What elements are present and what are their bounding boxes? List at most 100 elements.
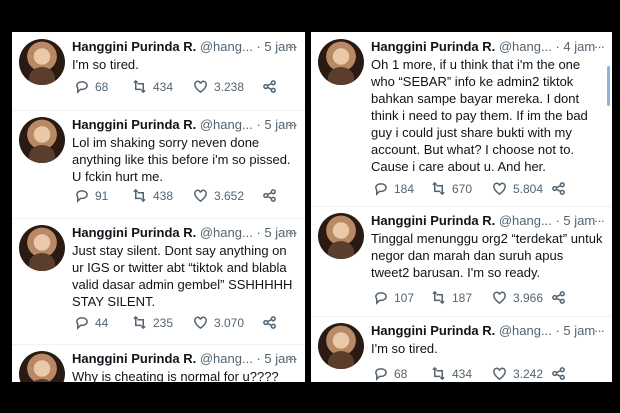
tweet-time[interactable]: · 5 jam xyxy=(555,213,595,228)
author-name[interactable]: Hanggini Purinda R. xyxy=(72,225,196,240)
avatar[interactable] xyxy=(318,39,364,85)
tweet-card[interactable]: Hanggini Purinda R. @hang... · 4 jam ···… xyxy=(311,32,612,207)
tweet-text: Just stay silent. Dont say anything on u… xyxy=(72,243,293,309)
like-count: 3.070 xyxy=(214,315,245,330)
retweet-icon xyxy=(432,290,445,305)
retweet-icon xyxy=(432,181,445,196)
tweet-header: Hanggini Purinda R. @hang... · 5 jam ··· xyxy=(72,224,298,241)
author-name[interactable]: Hanggini Purinda R. xyxy=(72,351,196,366)
tweet-actions: 68 434 3.242 xyxy=(371,366,604,382)
reply-button[interactable]: 68 xyxy=(373,366,407,381)
tweet-time[interactable]: · 5 jam xyxy=(555,323,595,338)
retweet-button[interactable]: 438 xyxy=(132,188,173,203)
retweet-button[interactable]: 670 xyxy=(431,181,472,196)
retweet-icon xyxy=(432,366,445,381)
share-button[interactable] xyxy=(262,79,277,94)
reply-icon xyxy=(76,317,88,330)
more-icon[interactable]: ··· xyxy=(594,212,605,229)
tweet-header: Hanggini Purinda R. @hang... · 5 jam ··· xyxy=(72,116,298,133)
tweet-header: Hanggini Purinda R. @hang... · 5 jam ··· xyxy=(371,322,605,339)
reply-button[interactable]: 184 xyxy=(373,181,414,196)
share-button[interactable] xyxy=(262,188,277,203)
author-handle[interactable]: @hang... xyxy=(200,117,253,132)
reply-button[interactable]: 44 xyxy=(74,315,108,330)
author-handle[interactable]: @hang... xyxy=(200,351,253,366)
retweet-count: 235 xyxy=(153,315,174,330)
like-button[interactable]: 3.238 xyxy=(193,79,244,94)
avatar[interactable] xyxy=(318,323,364,369)
like-button[interactable]: 3.966 xyxy=(492,290,543,305)
like-button[interactable]: 3.242 xyxy=(492,366,543,381)
share-icon xyxy=(552,291,565,304)
retweet-button[interactable]: 187 xyxy=(431,290,472,305)
share-button[interactable] xyxy=(551,366,566,381)
share-icon xyxy=(263,189,276,202)
retweet-count: 187 xyxy=(452,290,473,305)
tweet-card[interactable]: Hanggini Purinda R. @hang... · 5 jam ···… xyxy=(12,32,305,111)
more-icon[interactable]: ··· xyxy=(287,116,298,133)
reply-icon xyxy=(76,81,88,94)
left-timeline-column: Hanggini Purinda R. @hang... · 5 jam ···… xyxy=(12,32,305,382)
like-button[interactable]: 5.804 xyxy=(492,181,543,196)
author-name[interactable]: Hanggini Purinda R. xyxy=(72,39,196,54)
tweet-text: Lol im shaking sorry neven done anything… xyxy=(72,135,291,184)
more-icon[interactable]: ··· xyxy=(594,38,605,55)
tweet-actions: 184 670 5.804 xyxy=(371,181,604,199)
more-icon[interactable]: ··· xyxy=(287,350,298,367)
like-count: 3.242 xyxy=(513,366,544,381)
heart-icon xyxy=(194,316,207,330)
author-name[interactable]: Hanggini Purinda R. xyxy=(371,323,495,338)
reply-count: 44 xyxy=(95,315,109,330)
author-handle[interactable]: @hang... xyxy=(200,39,253,54)
author-name[interactable]: Hanggini Purinda R. xyxy=(371,39,495,54)
avatar[interactable] xyxy=(19,351,65,382)
more-icon[interactable]: ··· xyxy=(287,38,298,55)
heart-icon xyxy=(493,291,506,305)
tweet-header: Hanggini Purinda R. @hang... · 4 jam ··· xyxy=(371,38,605,55)
share-icon xyxy=(552,367,565,380)
avatar[interactable] xyxy=(19,39,65,85)
tweet-card[interactable]: Hanggini Purinda R. @hang... · 5 jam ···… xyxy=(12,110,305,219)
heart-icon xyxy=(493,367,506,381)
reply-icon xyxy=(375,183,387,196)
share-button[interactable] xyxy=(551,181,566,196)
reply-button[interactable]: 107 xyxy=(373,290,414,305)
like-button[interactable]: 3.070 xyxy=(193,315,244,330)
retweet-count: 670 xyxy=(452,181,473,196)
avatar[interactable] xyxy=(318,213,364,259)
reply-count: 184 xyxy=(394,181,415,196)
heart-icon xyxy=(493,182,506,196)
author-name[interactable]: Hanggini Purinda R. xyxy=(371,213,495,228)
reply-button[interactable]: 91 xyxy=(74,188,108,203)
author-handle[interactable]: @hang... xyxy=(499,323,552,338)
tweet-card[interactable]: Hanggini Purinda R. @hang... · 5 jam ···… xyxy=(12,218,305,345)
like-count: 5.804 xyxy=(513,181,544,196)
retweet-button[interactable]: 235 xyxy=(132,315,173,330)
tweet-text: Why is cheating is normal for u???? xyxy=(72,369,279,382)
author-name[interactable]: Hanggini Purinda R. xyxy=(72,117,196,132)
tweet-card[interactable]: Hanggini Purinda R. @hang... · 5 jam ···… xyxy=(311,316,612,382)
author-handle[interactable]: @hang... xyxy=(499,39,552,54)
more-icon[interactable]: ··· xyxy=(594,322,605,339)
reply-count: 107 xyxy=(394,290,415,305)
tweet-actions: 91 438 3.652 xyxy=(72,188,297,206)
tweet-card[interactable]: Hanggini Purinda R. @hang... · 5 jam ···… xyxy=(311,206,612,317)
tweet-text: I'm so tired. xyxy=(72,57,139,72)
tweet-actions: 68 434 3.238 xyxy=(72,79,297,97)
like-button[interactable]: 3.652 xyxy=(193,188,244,203)
heart-icon xyxy=(194,80,207,94)
author-handle[interactable]: @hang... xyxy=(499,213,552,228)
more-icon[interactable]: ··· xyxy=(287,224,298,241)
reply-button[interactable]: 68 xyxy=(74,79,108,94)
reply-count: 91 xyxy=(95,188,109,203)
share-button[interactable] xyxy=(551,290,566,305)
author-handle[interactable]: @hang... xyxy=(200,225,253,240)
tweet-time[interactable]: · 4 jam xyxy=(555,39,595,54)
avatar[interactable] xyxy=(19,225,65,271)
tweet-card[interactable]: Hanggini Purinda R. @hang... · 5 jam ···… xyxy=(12,344,305,382)
avatar[interactable] xyxy=(19,117,65,163)
retweet-button[interactable]: 434 xyxy=(431,366,472,381)
share-button[interactable] xyxy=(262,315,277,330)
retweet-button[interactable]: 434 xyxy=(132,79,173,94)
tweet-actions: 107 187 3.966 xyxy=(371,290,604,308)
